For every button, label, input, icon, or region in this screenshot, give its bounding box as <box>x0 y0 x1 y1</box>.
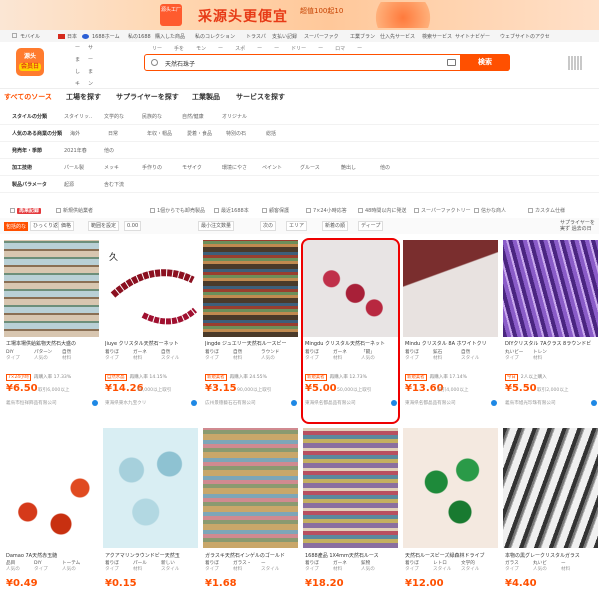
japan-flag-icon <box>58 34 65 39</box>
banner-headline: 采源头更便宜 <box>198 9 288 25</box>
product-card[interactable]: DIYクリスタル 7Aクラス 8ラウンドビ 丸いビー タイプトレン 材料 今日 2人以… <box>503 240 598 410</box>
product-image[interactable] <box>403 428 498 548</box>
topnav-traspa[interactable]: トラスパ <box>246 33 266 40</box>
shop-icon[interactable] <box>92 400 98 406</box>
category-tabs: すべてのソース 工場を探す サプライヤーを探す 工業製品 サービスを探す <box>0 89 599 105</box>
product-card[interactable]: 久 Jiuye クリスタル天然石ーネット 着りぼ タイプガーネ 材料自然 スタイル 自… <box>103 240 198 410</box>
topnav-sitenav[interactable]: サイトナビゲー <box>455 33 490 40</box>
next-button[interactable]: 次の <box>260 221 277 231</box>
filter-row-params: 製品パラメータ 起源 含む下流 <box>0 176 599 193</box>
product-image[interactable] <box>503 428 598 548</box>
banner-sub: 超值100起10 <box>300 7 344 15</box>
checkbox-icon <box>12 33 19 39</box>
sort-deep[interactable]: ディープ <box>358 221 384 231</box>
product-image[interactable]: 久 <box>103 240 198 337</box>
product-card[interactable]: 天然石ルースビーズ緑森林ドライブ 着りぼ タイプレトロ スタイル文学的 スタイル ¥1… <box>403 428 498 598</box>
topnav-superfac[interactable]: スーパーファク <box>304 33 339 40</box>
topnav-collection[interactable]: 私のコレクション <box>195 33 235 40</box>
checkbox-filters: 再来記録 新規供給業者 1個からでも卸売製品 最近1688本 顧客保護 7×24… <box>0 204 599 216</box>
shop-icon[interactable] <box>291 400 297 406</box>
product-image[interactable] <box>403 240 498 337</box>
topnav-supplier[interactable]: 仕入先サービス <box>380 33 415 40</box>
header: 源头 会员日 ーましキ サーまン リー 手を モンースポーードリーーロマー 天然石珠… <box>0 42 599 87</box>
product-card[interactable]: 工場本場供給鉱物天然石大盛の DIY タイプパターン 人気の自然 材料 7×24小時再… <box>4 240 99 410</box>
side-chars-a: ーましキ <box>75 45 81 87</box>
shop-icon[interactable] <box>591 400 597 406</box>
filter-row-season: 発売年・季節 2021年春 他の <box>0 142 599 159</box>
tab-factory[interactable]: 工場を探す <box>66 92 101 102</box>
banner-logo-badge: 源头工厂 <box>160 4 182 26</box>
min-order-qty[interactable]: 最小注文数量 <box>198 221 235 231</box>
topnav-my[interactable]: 私の1688 <box>128 33 151 40</box>
topnav-lang[interactable]: 日本 <box>67 33 77 40</box>
topnav-payments[interactable]: 支払い記録 <box>272 33 297 40</box>
product-card[interactable]: 本物の黒グレークリスタルガラス ガラス タイプ丸いビ 人気のー 材料 ¥4.40 <box>503 428 598 598</box>
top-nav: モバイル 日本 1688ホーム 私の1688 購入した商品 私のコレクション ト… <box>0 30 599 42</box>
product-card[interactable]: 1688產品 1X4mm天然石ルース 着りぼ タイプガーネ 材料鉱物 人気の ¥18.… <box>303 428 398 598</box>
tab-industrial[interactable]: 工業製品 <box>192 92 220 102</box>
filter-row-process: 加工技術 パール製 メッキ 手作りの モザイク 環境にやさ ペイント グルース … <box>0 159 599 176</box>
shop-icon[interactable] <box>191 400 197 406</box>
product-image[interactable] <box>103 428 198 548</box>
sort-comprehensive[interactable]: 包括的な <box>4 222 29 231</box>
sort-bar: 包括的な ひっくり返す 価格 範囲を設定 0.00 最小注文数量 次の エリア … <box>0 218 599 234</box>
product-image[interactable] <box>203 428 298 548</box>
topnav-access[interactable]: ウェブサイトのアクセ <box>500 33 550 40</box>
search-bar: 天然石珠子 検索 <box>144 53 510 71</box>
search-icon <box>151 59 158 66</box>
tab-service[interactable]: サービスを探す <box>236 92 285 102</box>
topnav-home[interactable]: 1688ホーム <box>92 33 120 40</box>
product-image[interactable] <box>4 240 99 337</box>
supplier-filter[interactable]: サプライヤーを実ず 過去の日 <box>560 220 596 232</box>
logo-line1: 源头 <box>23 53 36 60</box>
highlight-box <box>301 238 400 424</box>
globe-icon <box>82 34 89 39</box>
tab-all-sources[interactable]: すべてのソース <box>4 92 52 102</box>
product-card[interactable]: ガラスキ天然石インゲルのゴールド 着りぼ タイプガラス・ 材料ー スタイル ¥1.68 <box>203 428 298 598</box>
product-image[interactable] <box>4 428 99 548</box>
product-image[interactable] <box>303 428 398 548</box>
product-card[interactable]: Damao 7A天然赤玉髄 品目 人気のDIY タイプトーテム 人気の ¥0.49 <box>4 428 99 598</box>
promo-banner[interactable]: 源头工厂 采源头更便宜 超值100起10 <box>0 0 599 30</box>
product-card[interactable]: 源头厂家 Jingde ジュエリー天然石ルースビー 着りぼタイプ自然材料ラウンド… <box>203 240 420 410</box>
product-card[interactable]: アクアマリンラウンドビー天然玉 着りぼ タイプパール 材料新しい スタイル ¥0.15 <box>103 428 198 598</box>
product-card[interactable]: Mindu クリスタル 8A ホワイトクリ 着りぼ タイプ鉱石 材料自然 スタイル 新… <box>403 240 498 410</box>
product-image[interactable] <box>503 240 598 337</box>
logo-line2: 会员日 <box>19 63 41 71</box>
shop-icon[interactable] <box>491 400 497 406</box>
product-image[interactable] <box>203 240 298 337</box>
topnav-search-service[interactable]: 検索サービス <box>422 33 452 40</box>
filter-row-style: スタイルの分類 スタイリッ.. 文学的な 民族的な 自然/健康 オリジナル <box>0 108 599 125</box>
product-image-art: 久 <box>109 251 198 325</box>
side-chars-b: サーまン <box>88 45 94 87</box>
svg-text:久: 久 <box>109 251 118 263</box>
topnav-mobile[interactable]: モバイル <box>20 33 40 40</box>
search-type-tabs[interactable]: リー 手を モンースポーードリーーロマー <box>152 45 374 52</box>
topnav-brand[interactable]: 工業ブラン <box>350 33 375 40</box>
search-button[interactable]: 検索 <box>460 53 510 71</box>
camera-icon[interactable] <box>447 59 456 66</box>
tab-supplier[interactable]: サプライヤーを探す <box>116 92 179 102</box>
topnav-purchased[interactable]: 購入した商品 <box>155 33 185 40</box>
search-input[interactable]: 天然石珠子 <box>165 59 195 68</box>
price-range-label[interactable]: 範囲を設定 <box>88 221 120 231</box>
sort-new[interactable]: 新着の順 <box>322 221 349 231</box>
banner-decoration <box>375 2 445 28</box>
site-logo[interactable]: 源头 会员日 <box>16 48 44 76</box>
price-min-input[interactable]: 0.00 <box>124 221 142 231</box>
area-select[interactable]: エリア <box>286 221 308 231</box>
sort-price[interactable]: 価格 <box>58 221 75 231</box>
qr-code-icon <box>568 56 582 70</box>
filter-row-popular: 人気のある商業の分類 海外 日常 年収・帽品 愛着・食品 特別の石 総括 <box>0 125 599 142</box>
